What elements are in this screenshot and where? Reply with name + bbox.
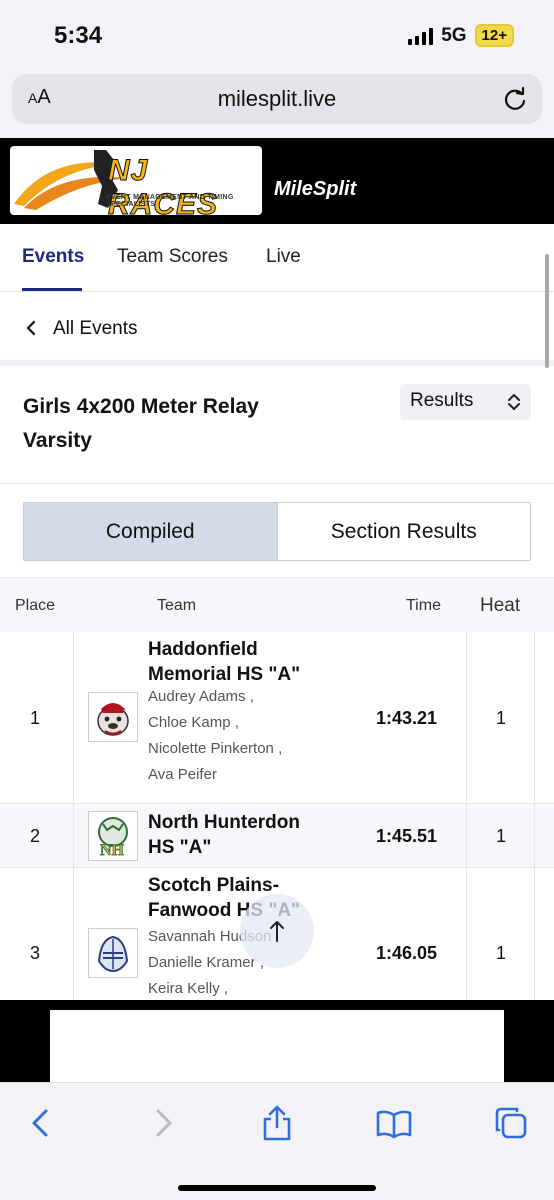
header-heat[interactable]: Heat: [480, 595, 520, 617]
time-cell: 1:43.21: [376, 708, 438, 728]
all-events-link[interactable]: All Events: [0, 292, 554, 366]
forward-arrow-icon[interactable]: [144, 1105, 180, 1141]
results-table-header: Place Team Time Heat: [0, 578, 554, 632]
tab-live[interactable]: Live: [266, 246, 301, 268]
ad-slot[interactable]: [50, 1010, 504, 1082]
athlete-name[interactable]: Keira Kelly ,: [148, 980, 228, 997]
heat-cell: 1: [496, 708, 507, 728]
team-logo-knight: [88, 928, 138, 978]
athlete-name[interactable]: Audrey Adams ,: [148, 688, 254, 705]
status-indicators: 5G 12+: [408, 24, 514, 47]
signal-icon: [408, 27, 434, 45]
logo-subtitle: EVENT MANAGEMENT AND TIMING SPECIALISTS: [106, 194, 234, 208]
reload-icon[interactable]: [502, 86, 528, 112]
time-cell: 1:45.51: [376, 826, 438, 846]
chevron-left-icon: [26, 320, 36, 336]
arrow-up-icon: [270, 921, 284, 942]
event-title: Girls 4x200 Meter Relay Varsity: [23, 395, 259, 452]
heat-cell: 1: [496, 943, 507, 963]
view-select-value: Results: [410, 390, 474, 411]
place-cell: 2: [30, 826, 41, 846]
table-row[interactable]: 2 NH North Hunterdon HS "A" 1:45.51 1: [0, 804, 554, 868]
event-header: Girls 4x200 Meter Relay Varsity Results: [0, 366, 554, 484]
place-cell: 1: [30, 708, 41, 728]
ad-banner-area: [0, 1000, 554, 1082]
results-toggle-area: Compiled Section Results: [0, 484, 554, 578]
compiled-button[interactable]: Compiled: [24, 503, 278, 560]
team-logo-bulldog: [88, 692, 138, 742]
tab-events[interactable]: Events: [22, 246, 84, 268]
scroll-to-top-button[interactable]: [240, 894, 314, 968]
address-bar[interactable]: AA milesplit.live: [12, 74, 542, 124]
url-text[interactable]: milesplit.live: [12, 86, 542, 112]
tabs-icon[interactable]: [493, 1105, 529, 1141]
heat-cell: 1: [496, 826, 507, 846]
tab-team-scores[interactable]: Team Scores: [117, 246, 228, 268]
athlete-name[interactable]: Danielle Kramer ,: [148, 954, 264, 971]
team-name[interactable]: North Hunterdon HS "A": [148, 810, 348, 860]
header-place[interactable]: Place: [15, 597, 55, 615]
network-type: 5G: [441, 24, 467, 46]
team-logo-lion: NH: [88, 811, 138, 861]
bookmarks-icon[interactable]: [376, 1105, 412, 1141]
athlete-name[interactable]: Chloe Kamp ,: [148, 714, 239, 731]
results-toggle: Compiled Section Results: [23, 502, 531, 561]
athlete-name[interactable]: Ava Peifer: [148, 766, 217, 783]
page-scrollbar[interactable]: [545, 254, 549, 368]
browser-toolbar: [0, 1082, 554, 1200]
header-time[interactable]: Time: [406, 597, 441, 615]
milesplit-logo[interactable]: MileSplit: [274, 178, 356, 201]
back-arrow-icon[interactable]: [24, 1105, 60, 1141]
home-indicator: [178, 1185, 376, 1191]
svg-text:NH: NH: [100, 842, 125, 858]
place-cell: 3: [30, 943, 41, 963]
share-icon[interactable]: [259, 1105, 295, 1141]
active-tab-indicator: [22, 288, 82, 291]
status-time: 5:34: [54, 22, 103, 49]
section-results-button[interactable]: Section Results: [278, 503, 531, 560]
nj-races-logo[interactable]: NJ RACES EVENT MANAGEMENT AND TIMING SPE…: [10, 146, 262, 215]
web-page: NJ RACES EVENT MANAGEMENT AND TIMING SPE…: [0, 138, 554, 1000]
time-cell: 1:46.05: [376, 943, 438, 963]
view-select[interactable]: Results: [400, 384, 531, 420]
team-name[interactable]: Haddonfield Memorial HS "A": [148, 637, 348, 687]
table-row[interactable]: 1 Haddonfield Memorial HS "A" Audrey Adam…: [0, 632, 554, 804]
all-events-label: All Events: [53, 318, 138, 339]
site-banner: NJ RACES EVENT MANAGEMENT AND TIMING SPE…: [0, 138, 554, 224]
header-team[interactable]: Team: [157, 597, 196, 615]
sort-updown-icon: [508, 394, 520, 410]
athlete-name[interactable]: Nicolette Pinkerton ,: [148, 740, 282, 757]
battery-indicator: 12+: [474, 24, 514, 47]
status-bar: 5:34 5G 12+: [0, 0, 554, 68]
tab-bar: Events Team Scores Live: [0, 224, 554, 292]
